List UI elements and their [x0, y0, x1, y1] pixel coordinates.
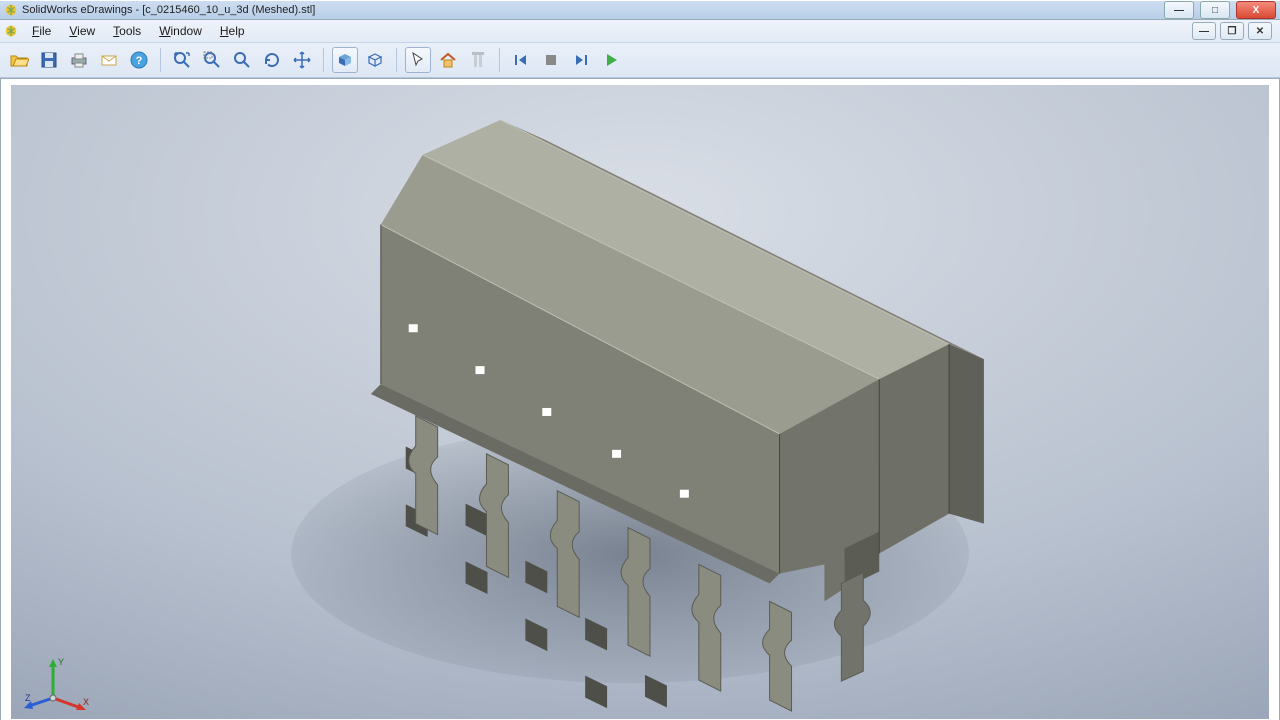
measure-button[interactable] [465, 47, 491, 73]
menu-bar: File View Tools Window Help — ❐ ✕ [0, 20, 1280, 43]
last-button[interactable] [568, 47, 594, 73]
shaded-view-button[interactable] [332, 47, 358, 73]
axis-x-label: X [83, 697, 89, 707]
window-title: SolidWorks eDrawings - [c_0215460_10_u_3… [22, 4, 1164, 16]
doc-app-icon [4, 24, 18, 38]
save-button[interactable] [36, 47, 62, 73]
toolbar-separator [499, 48, 500, 72]
help-button[interactable]: ? [126, 47, 152, 73]
doc-minimize-button[interactable]: — [1192, 22, 1216, 40]
zoom-button[interactable] [229, 47, 255, 73]
toolbar-separator [160, 48, 161, 72]
minimize-button[interactable]: — [1164, 1, 1194, 19]
menu-window[interactable]: Window [151, 22, 210, 40]
canvas-area: Y X Z [0, 78, 1280, 720]
canvas-frame: Y X Z [0, 78, 1280, 720]
perspective-button[interactable] [362, 47, 388, 73]
rotate-button[interactable] [259, 47, 285, 73]
play-button[interactable] [598, 47, 624, 73]
window-controls: — □ X [1164, 1, 1276, 19]
menu-tools[interactable]: Tools [105, 22, 149, 40]
stop-button[interactable] [538, 47, 564, 73]
print-button[interactable] [66, 47, 92, 73]
menu-help[interactable]: Help [212, 22, 253, 40]
model-render [11, 85, 1269, 719]
svg-text:?: ? [136, 55, 143, 67]
toolbar-separator [396, 48, 397, 72]
axis-z-label: Z [25, 693, 31, 703]
menu-view[interactable]: View [61, 22, 103, 40]
close-button[interactable]: X [1236, 1, 1276, 19]
maximize-button[interactable]: □ [1200, 1, 1230, 19]
viewport-3d[interactable]: Y X Z [11, 85, 1269, 719]
document-controls: — ❐ ✕ [1192, 22, 1276, 40]
axis-y-label: Y [58, 657, 64, 667]
select-button[interactable] [405, 47, 431, 73]
zoom-fit-button[interactable] [169, 47, 195, 73]
doc-restore-button[interactable]: ❐ [1220, 22, 1244, 40]
open-button[interactable] [6, 47, 32, 73]
toolbar-separator [323, 48, 324, 72]
title-bar: SolidWorks eDrawings - [c_0215460_10_u_3… [0, 0, 1280, 20]
first-button[interactable] [508, 47, 534, 73]
axis-triad: Y X Z [23, 653, 93, 713]
home-button[interactable] [435, 47, 461, 73]
app-icon [4, 3, 18, 17]
pan-button[interactable] [289, 47, 315, 73]
toolbar: ? [0, 43, 1280, 78]
zoom-area-button[interactable] [199, 47, 225, 73]
menu-file[interactable]: File [24, 22, 59, 40]
send-button[interactable] [96, 47, 122, 73]
doc-close-button[interactable]: ✕ [1248, 22, 1272, 40]
